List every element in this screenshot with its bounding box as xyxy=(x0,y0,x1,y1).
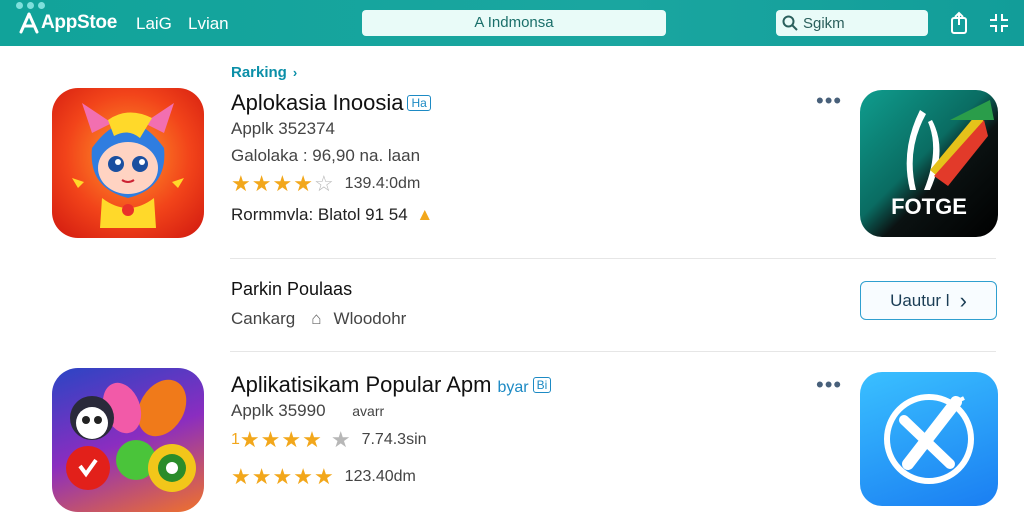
app-badge: Bi xyxy=(532,377,552,393)
search-placeholder: Sgikm xyxy=(803,14,845,32)
app-subtitle: Applk 35990 avarr xyxy=(231,401,384,421)
section-subtitle-left: Cankarg xyxy=(231,309,296,328)
app-tag: byar xyxy=(497,379,529,396)
star-icon: ★ xyxy=(272,171,293,196)
section-subtitle: Cankarg ⌂ Wloodohr xyxy=(231,309,406,329)
search-input[interactable]: Sgikm xyxy=(776,10,928,36)
star-icon: ★ xyxy=(231,464,251,489)
more-options-icon[interactable]: ••• xyxy=(816,88,842,114)
ranking-link[interactable]: Rarking › xyxy=(231,64,297,81)
star-icon: ★ xyxy=(313,464,334,489)
fotge-logo-icon: FOTGE xyxy=(891,100,994,219)
app-badge: Ha xyxy=(407,95,431,111)
star-icon: ★ xyxy=(231,171,251,196)
app-subtitle-text: Applk 35990 xyxy=(231,401,326,420)
app-icon-fotge[interactable]: FOTGE xyxy=(860,90,998,237)
app-title[interactable]: Aplikatisikam Popular Apm byar Bi xyxy=(231,372,552,398)
view-all-button[interactable]: Uautur l › xyxy=(860,281,997,320)
view-all-label: Uautur l xyxy=(890,290,950,310)
bookmark-icon: ⌂ xyxy=(311,309,322,328)
app-subtitle-extra: avarr xyxy=(352,403,385,419)
divider xyxy=(230,258,996,259)
app-rating: ★ ★ ★ ★ ☆ 139.4:0dm xyxy=(231,171,421,196)
ranking-label: Rarking xyxy=(231,64,287,81)
app-rating-secondary: ★ ★ ★ ★ ★ 123.40dm xyxy=(231,464,416,489)
fotge-label: FOTGE xyxy=(891,194,967,219)
rating-label: 7.74.3sin xyxy=(361,431,427,448)
star-icon: ★ xyxy=(302,427,322,452)
app-title-text: Aplokasia Inoosia xyxy=(231,90,404,115)
app-store-logo-icon xyxy=(19,12,39,34)
divider xyxy=(230,351,996,352)
nav-link-1[interactable]: LaiG xyxy=(136,14,172,34)
region-selector[interactable]: A Indmonsa xyxy=(362,10,666,36)
expand-icon[interactable] xyxy=(986,10,1012,36)
star-icon: ★ xyxy=(260,427,281,452)
search-icon xyxy=(782,15,798,31)
game-characters-icon xyxy=(66,379,196,492)
star-icon: ★ xyxy=(281,427,302,452)
rating-label: 123.40dm xyxy=(344,468,416,485)
nav-link-2[interactable]: Lvian xyxy=(188,14,229,34)
app-subtitle: Applk 352374 xyxy=(231,119,335,138)
more-options-icon[interactable]: ••• xyxy=(816,372,842,398)
star-half-icon: ☆ xyxy=(313,171,334,196)
app-footer: Rormmvla: Blatol 91 54 ▲ xyxy=(231,205,433,225)
star-icon: ★ xyxy=(239,427,260,452)
star-icon: ★ xyxy=(272,464,293,489)
star-icon: ★ xyxy=(293,171,313,196)
app-title-text: Aplikatisikam Popular Apm xyxy=(231,372,492,397)
app-rating: 1 ★ ★ ★ ★ ★ 7.74.3sin xyxy=(231,427,427,452)
logo-text: AppStoe xyxy=(41,12,118,33)
section-subtitle-right: Wloodohr xyxy=(333,309,407,328)
cartoon-character-icon xyxy=(72,103,184,228)
chevron-right-icon: › xyxy=(959,287,967,313)
rating-label: 139.4:0dm xyxy=(344,175,421,192)
section-title: Parkin Poulaas xyxy=(231,279,353,299)
x-logo-icon xyxy=(884,394,974,484)
app-icon-game[interactable] xyxy=(52,368,204,512)
chevron-right-icon: › xyxy=(292,65,298,80)
app-icon-character[interactable] xyxy=(52,88,204,238)
warning-icon: ▲ xyxy=(416,205,434,224)
app-detail: Galolaka : 96,90 na. laan xyxy=(231,146,421,165)
app-title[interactable]: Aplokasia Inoosia Ha xyxy=(231,90,431,116)
star-icon: ★ xyxy=(293,464,313,489)
share-icon[interactable] xyxy=(946,10,972,36)
app-store-logo[interactable]: AppStoe xyxy=(18,12,117,34)
star-icon: ★ xyxy=(251,171,272,196)
top-bar: AppStoe LaiG Lvian A Indmonsa Sgikm xyxy=(0,0,1024,46)
rating-prefix: 1 xyxy=(231,431,240,448)
star-empty-icon: ★ xyxy=(330,427,351,452)
star-icon: ★ xyxy=(251,464,272,489)
window-dots xyxy=(16,2,45,9)
app-icon-x[interactable] xyxy=(860,372,998,506)
app-footer-text: Rormmvla: Blatol 91 54 xyxy=(231,205,408,224)
